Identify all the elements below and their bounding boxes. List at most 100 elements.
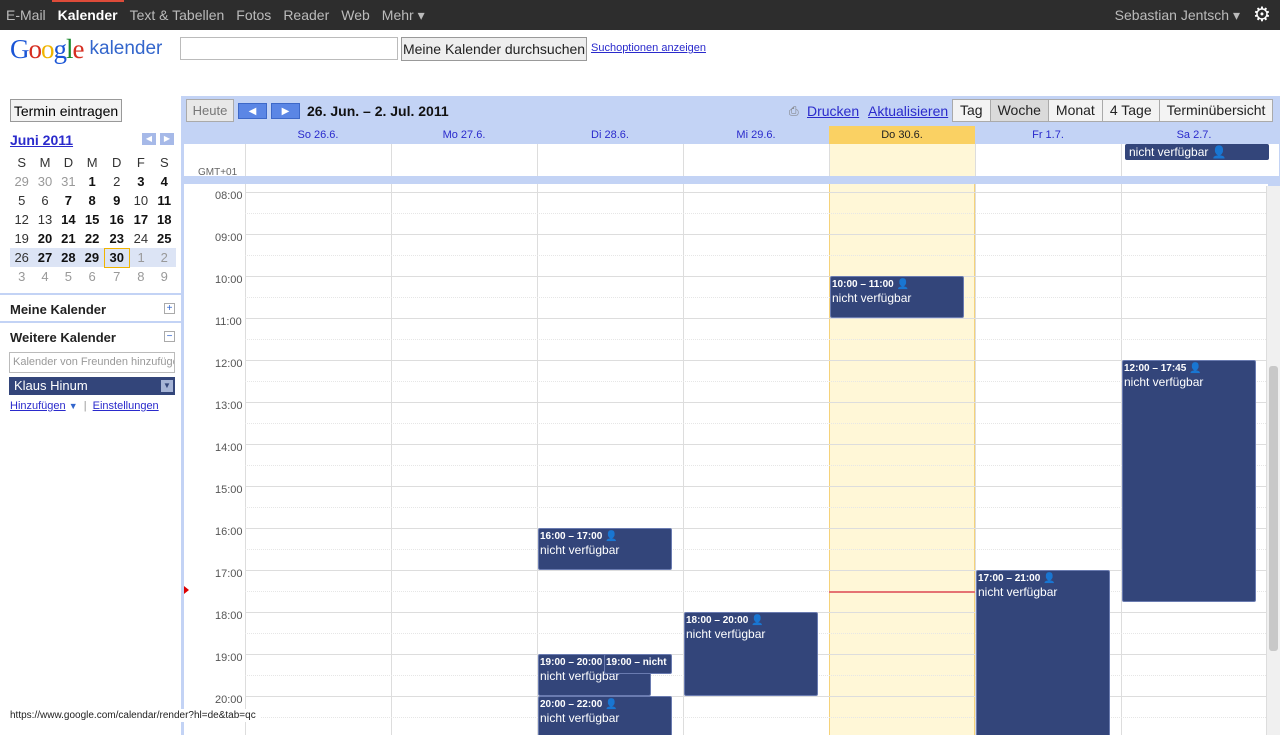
event-block[interactable]: 17:00 – 21:00 👤 nicht verfügbar: [976, 570, 1110, 735]
all-day-cell[interactable]: [391, 144, 537, 176]
add-link[interactable]: Hinzufügen: [10, 400, 66, 412]
mini-day[interactable]: 9: [104, 191, 129, 210]
event-block[interactable]: 18:00 – 20:00 👤 nicht verfügbar: [684, 612, 818, 696]
mini-day[interactable]: 27: [33, 248, 57, 267]
mini-day[interactable]: 29: [10, 172, 33, 191]
create-event-button[interactable]: Termin eintragen: [10, 99, 122, 122]
mini-day[interactable]: 5: [10, 191, 33, 210]
mini-day[interactable]: 15: [80, 210, 104, 229]
day-header-today[interactable]: Do 30.6.: [829, 126, 975, 144]
refresh-link[interactable]: Aktualisieren: [868, 103, 948, 119]
mini-day[interactable]: 6: [80, 267, 104, 286]
mini-day[interactable]: 8: [129, 267, 152, 286]
all-day-cell[interactable]: [537, 144, 683, 176]
view-month-button[interactable]: Monat: [1047, 99, 1103, 122]
mini-day[interactable]: 2: [152, 248, 176, 267]
mini-day[interactable]: 28: [56, 248, 81, 267]
prev-week-icon[interactable]: ◀: [238, 103, 267, 119]
mini-day[interactable]: 6: [33, 191, 56, 210]
my-calendars-title[interactable]: Meine Kalender: [10, 302, 106, 317]
mini-day[interactable]: 17: [129, 210, 152, 229]
nav-web[interactable]: Web: [335, 7, 376, 23]
mini-day[interactable]: 20: [33, 229, 56, 248]
all-day-cell-today[interactable]: [829, 144, 975, 176]
mini-day[interactable]: 25: [153, 229, 176, 248]
event-block[interactable]: 20:00 – 22:00 👤 nicht verfügbar: [538, 696, 672, 735]
nav-email[interactable]: E-Mail: [0, 7, 52, 23]
mini-day[interactable]: 26: [10, 248, 34, 267]
day-header[interactable]: Sa 2.7.: [1121, 126, 1267, 144]
mini-day[interactable]: 14: [57, 210, 80, 229]
other-calendars-title[interactable]: Weitere Kalender: [10, 330, 116, 345]
mini-day[interactable]: 1: [80, 172, 104, 191]
grid-scrollbar[interactable]: [1266, 186, 1280, 735]
nav-more[interactable]: Mehr ▾: [376, 7, 431, 24]
chevron-down-icon[interactable]: ▼: [161, 380, 173, 392]
view-week-button[interactable]: Woche: [989, 99, 1049, 122]
mini-day[interactable]: 5: [57, 267, 80, 286]
user-menu[interactable]: Sebastian Jentsch ▾: [1115, 0, 1240, 30]
plus-icon[interactable]: +: [164, 303, 175, 314]
view-day-button[interactable]: Tag: [952, 99, 991, 122]
mini-day[interactable]: 7: [104, 267, 129, 286]
all-day-cell[interactable]: [975, 144, 1121, 176]
all-day-row[interactable]: GMT+01 nicht verfügbar 👤: [184, 144, 1279, 178]
mini-day[interactable]: 2: [104, 172, 129, 191]
day-header[interactable]: Mo 27.6.: [391, 126, 537, 144]
nav-reader[interactable]: Reader: [277, 7, 335, 23]
nav-calendar[interactable]: Kalender: [51, 0, 124, 23]
mini-day[interactable]: 1: [129, 248, 153, 267]
today-button[interactable]: Heute: [186, 99, 234, 122]
all-day-event[interactable]: nicht verfügbar 👤: [1125, 144, 1269, 160]
day-column[interactable]: [245, 184, 391, 735]
day-header[interactable]: Fr 1.7.: [975, 126, 1121, 144]
printer-icon[interactable]: ⎙: [789, 104, 803, 118]
mini-day[interactable]: 10: [129, 191, 152, 210]
mini-day[interactable]: 24: [129, 229, 152, 248]
mini-day[interactable]: 3: [10, 267, 33, 286]
event-block[interactable]: 10:00 – 11:00 👤 nicht verfügbar: [830, 276, 964, 318]
event-block[interactable]: 16:00 – 17:00 👤 nicht verfügbar: [538, 528, 672, 570]
calendar-item-klaus[interactable]: Klaus Hinum ▼: [9, 377, 175, 395]
minus-icon[interactable]: −: [164, 331, 175, 342]
mini-day[interactable]: 16: [104, 210, 129, 229]
all-day-cell[interactable]: [245, 144, 391, 176]
mini-day[interactable]: 13: [33, 210, 56, 229]
mini-day[interactable]: 21: [57, 229, 80, 248]
mini-day[interactable]: 8: [80, 191, 104, 210]
print-link[interactable]: Drucken: [807, 103, 859, 119]
mini-day[interactable]: 4: [153, 172, 176, 191]
mini-day[interactable]: 9: [153, 267, 176, 286]
mini-day-today[interactable]: 30: [103, 247, 130, 268]
add-friend-calendar-input[interactable]: Kalender von Freunden hinzufüge: [9, 352, 175, 373]
mini-day[interactable]: 4: [33, 267, 56, 286]
mini-day[interactable]: 7: [57, 191, 80, 210]
mini-next-icon[interactable]: ▶: [160, 133, 174, 145]
nav-docs[interactable]: Text & Tabellen: [124, 7, 231, 23]
search-button[interactable]: Meine Kalender durchsuchen: [401, 37, 587, 61]
mini-day[interactable]: 11: [153, 191, 176, 210]
google-calendar-logo[interactable]: Google kalender: [10, 34, 162, 65]
day-column[interactable]: [537, 184, 683, 735]
event-block[interactable]: 12:00 – 17:45 👤 nicht verfügbar: [1122, 360, 1256, 602]
mini-day[interactable]: 19: [10, 229, 33, 248]
next-week-icon[interactable]: ▶: [271, 103, 300, 119]
event-block[interactable]: 19:00 – nicht: [604, 654, 672, 674]
gear-icon[interactable]: ⚙: [1252, 5, 1272, 25]
all-day-cell[interactable]: [683, 144, 829, 176]
day-column-today[interactable]: [829, 184, 975, 735]
mini-calendar-title[interactable]: Juni 2011: [10, 132, 73, 148]
search-options-link[interactable]: Suchoptionen anzeigen: [591, 42, 706, 54]
day-column[interactable]: [391, 184, 537, 735]
settings-link[interactable]: Einstellungen: [93, 400, 159, 412]
day-header[interactable]: Mi 29.6.: [683, 126, 829, 144]
mini-day[interactable]: 12: [10, 210, 33, 229]
mini-day[interactable]: 29: [80, 248, 105, 267]
mini-day[interactable]: 31: [57, 172, 80, 191]
view-agenda-button[interactable]: Terminübersicht: [1158, 99, 1274, 122]
mini-day[interactable]: 18: [153, 210, 176, 229]
mini-day[interactable]: 30: [33, 172, 56, 191]
time-grid[interactable]: 08:00 09:00 10:00 11:00 12:00 13:00 14:0…: [184, 184, 1268, 735]
nav-photos[interactable]: Fotos: [230, 7, 277, 23]
dropdown-arrow-icon[interactable]: ▼: [69, 401, 78, 411]
